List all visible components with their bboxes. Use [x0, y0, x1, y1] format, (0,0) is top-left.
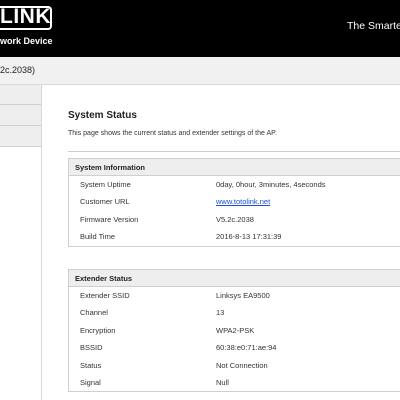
customer-url-link[interactable]: www.totolink.net — [216, 197, 270, 206]
sidebar-item[interactable] — [0, 105, 41, 126]
sidebar-item[interactable] — [0, 85, 41, 105]
row-label: BSSID — [80, 343, 103, 353]
divider — [68, 151, 400, 152]
row-label: Signal — [80, 377, 101, 387]
main-content: System Status This page shows the curren… — [42, 85, 400, 400]
sidebar — [0, 85, 42, 400]
row-value: 13 — [216, 308, 225, 318]
page-description: This page shows the current status and e… — [68, 130, 277, 137]
row-label: Extender SSID — [80, 291, 130, 300]
row-label: Encryption — [80, 325, 116, 335]
row-label: Customer URL — [80, 197, 130, 207]
info-row: Build Time 2016-8-13 17:31:39 — [69, 228, 400, 245]
row-value: V5.2c.2038 — [216, 214, 254, 224]
page-title: System Status — [68, 110, 137, 121]
row-value: 0day, 0hour, 3minutes, 4seconds — [216, 180, 326, 189]
info-row: Encryption WPA2-PSK — [69, 322, 400, 339]
panel-heading: System Information — [69, 159, 400, 176]
row-label: Build Time — [80, 232, 116, 242]
row-label: Channel — [80, 308, 108, 318]
info-row: Firmware Version V5.2c.2038 — [69, 211, 400, 228]
firmware-version-label: 2c.2038) — [0, 65, 36, 75]
row-value: Null — [216, 377, 229, 387]
row-value: 2016-8-13 17:31:39 — [216, 232, 282, 242]
row-label: Firmware Version — [80, 214, 139, 224]
extender-status-panel: Extender Status Extender SSID Linksys EA… — [68, 269, 400, 393]
firmware-bar: 2c.2038) — [0, 57, 400, 85]
row-value: Not Connection — [216, 360, 268, 370]
info-row: System Uptime 0day, 0hour, 3minutes, 4se… — [69, 176, 400, 193]
info-row: Extender SSID Linksys EA9500 — [69, 287, 400, 304]
router-admin-page: LINK work Device The Smartes 2c.2038) Sy… — [0, 0, 400, 400]
info-row: Customer URL www.totolink.net — [69, 193, 400, 210]
brand-logo: LINK — [0, 5, 51, 28]
row-value: Linksys EA9500 — [216, 291, 270, 300]
info-row: Status Not Connection — [69, 357, 400, 374]
info-row: BSSID 60:38:e0:71:ae:94 — [69, 339, 400, 356]
brand-subtitle: work Device — [0, 36, 53, 46]
header-bar: LINK work Device The Smartes — [0, 0, 400, 57]
row-value: 60:38:e0:71:ae:94 — [216, 343, 277, 353]
system-information-panel: System Information System Uptime 0day, 0… — [68, 158, 400, 247]
row-label: Status — [80, 360, 102, 370]
info-row: Channel 13 — [69, 304, 400, 321]
panel-heading: Extender Status — [69, 270, 400, 287]
info-row: Signal Null — [69, 374, 400, 391]
row-value: WPA2-PSK — [216, 325, 255, 335]
row-label: System Uptime — [80, 180, 131, 189]
header-tagline: The Smartes — [347, 20, 400, 32]
sidebar-item[interactable] — [0, 126, 41, 147]
